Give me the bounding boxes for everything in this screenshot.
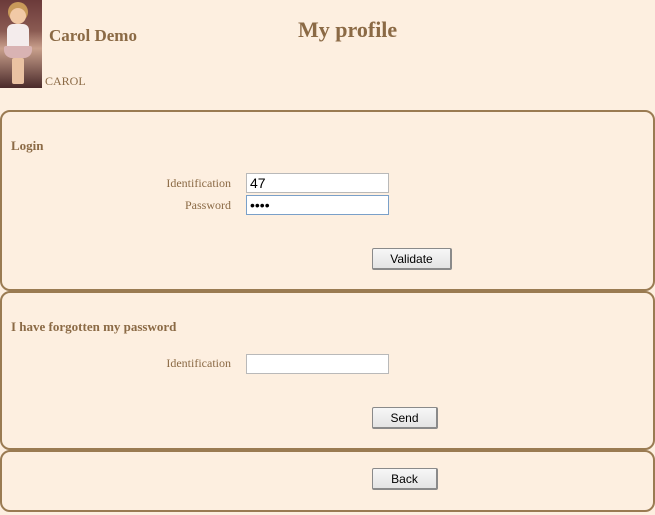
forgot-identification-input[interactable] — [246, 354, 389, 374]
send-button[interactable]: Send — [372, 407, 438, 429]
back-button[interactable]: Back — [372, 468, 438, 490]
password-input[interactable] — [246, 195, 389, 215]
validate-button[interactable]: Validate — [372, 248, 452, 270]
forgot-password-title: I have forgotten my password — [11, 319, 177, 334]
avatar-figure-skirt — [4, 46, 32, 58]
password-label: Password — [184, 198, 231, 212]
avatar-figure-legs — [12, 58, 24, 84]
login-identification-input[interactable] — [246, 173, 389, 193]
user-name: Carol Demo — [49, 26, 137, 45]
avatar — [0, 0, 42, 88]
user-login: CAROL — [45, 74, 86, 88]
forgot-password-panel: I have forgotten my password Identificat… — [0, 291, 655, 450]
login-identification-label: Identification — [166, 176, 231, 190]
page-title: My profile — [298, 17, 398, 42]
avatar-figure-head — [10, 8, 26, 24]
back-panel: Back — [0, 450, 655, 512]
profile-page: Carol Demo CAROL My profile Login Identi… — [0, 0, 655, 515]
login-panel: Login Identification Password Validate — [0, 110, 655, 291]
login-title: Login — [11, 138, 44, 153]
forgot-identification-label: Identification — [166, 356, 231, 370]
